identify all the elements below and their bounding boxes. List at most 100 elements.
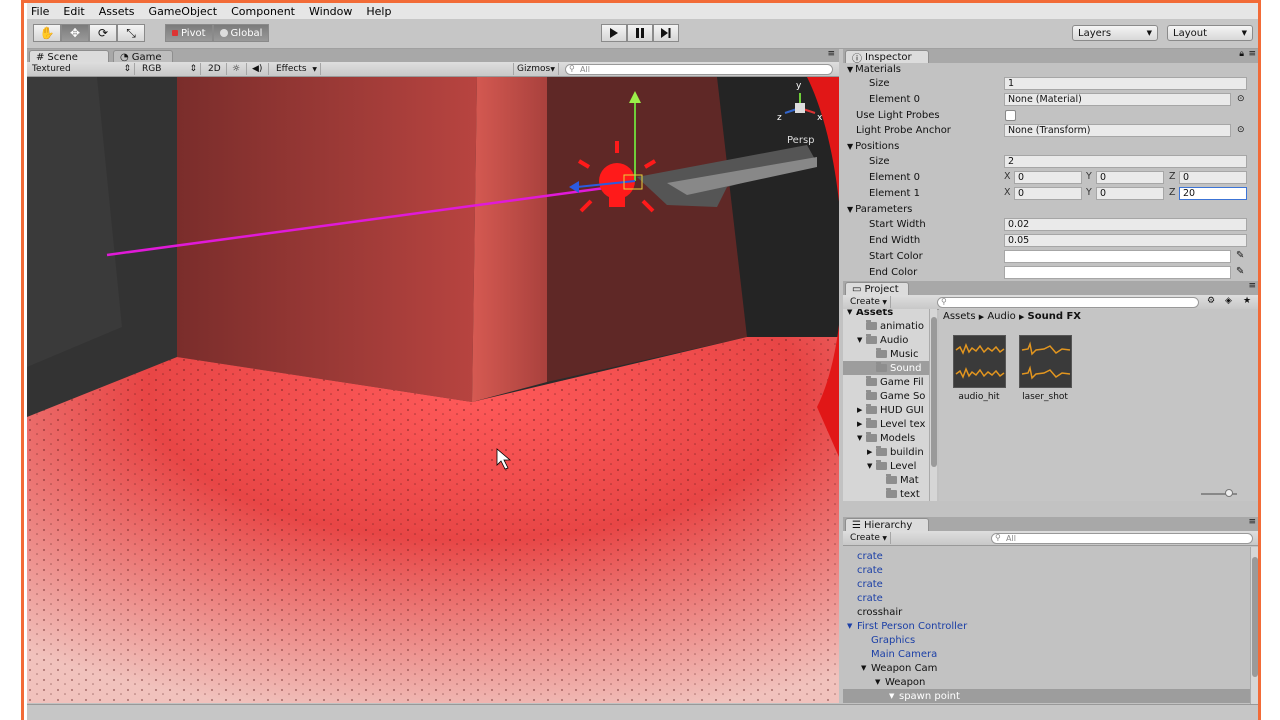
project-tree-item[interactable]: ▶ Level tex [843, 417, 929, 431]
foldout-arrow-icon[interactable]: ▼ [861, 664, 871, 672]
project-tree-item[interactable]: ▼ Level [843, 459, 929, 473]
pause-button[interactable] [627, 24, 653, 42]
object-picker-icon[interactable]: ⊙ [1237, 94, 1245, 104]
use-light-probes-checkbox[interactable] [1005, 110, 1016, 121]
hierarchy-create-button[interactable]: Create ▼ [847, 532, 891, 544]
project-tree-item[interactable]: Sound [843, 361, 929, 375]
breadcrumb-sound-fx[interactable]: Sound FX [1028, 311, 1082, 322]
project-tree-item[interactable]: ▼ Models [843, 431, 929, 445]
favorite-star-icon[interactable]: ★ [1243, 296, 1251, 306]
foldout-arrow-icon[interactable]: ▶ [857, 406, 866, 414]
tab-project[interactable]: ▭ Project [845, 282, 909, 295]
element1-z-field[interactable]: 20 [1179, 187, 1247, 200]
hierarchy-item[interactable]: crate [843, 577, 1250, 591]
project-tree-item[interactable]: Game So [843, 389, 929, 403]
menu-component[interactable]: Component [231, 5, 295, 18]
project-tree-item[interactable]: animatio [843, 319, 929, 333]
play-button[interactable] [601, 24, 627, 42]
tab-hierarchy[interactable]: ☰ Hierarchy [845, 518, 929, 531]
project-tree-item[interactable]: ▶ HUD GUI [843, 403, 929, 417]
materials-header[interactable]: ▼ Materials [843, 63, 1248, 78]
project-tree-item[interactable]: Mat [843, 473, 929, 487]
panel-menu-icon[interactable]: ≡ [827, 49, 835, 59]
project-create-button[interactable]: Create ▼ [847, 296, 891, 308]
filter-label-icon[interactable]: ◈ [1225, 296, 1232, 306]
render-mode-dropdown[interactable]: RGB ⇕ [139, 63, 201, 75]
hand-tool-button[interactable]: ✋ [33, 24, 61, 42]
start-width-field[interactable]: 0.02 [1004, 218, 1247, 231]
materials-size-field[interactable]: 1 [1004, 77, 1247, 90]
light-probe-anchor-field[interactable]: None (Transform) [1004, 124, 1231, 137]
project-tree-item[interactable]: ▼ Assets [843, 309, 929, 319]
breadcrumb-assets[interactable]: Assets [943, 311, 976, 322]
hierarchy-search-input[interactable]: ⚲ All [991, 533, 1253, 544]
lighting-toggle[interactable]: ☼ [229, 63, 247, 75]
hierarchy-item[interactable]: ▼ Weapon Cam [843, 661, 1250, 675]
hierarchy-scroll-thumb[interactable] [1252, 557, 1258, 677]
hierarchy-item[interactable]: crosshair [843, 605, 1250, 619]
audio-toggle[interactable]: ◀) [249, 63, 269, 75]
end-color-swatch[interactable] [1004, 266, 1231, 279]
foldout-arrow-icon[interactable]: ▶ [867, 448, 876, 456]
lock-icon[interactable]: 🔒︎ [1239, 49, 1244, 59]
filter-type-icon[interactable]: ⚙ [1207, 296, 1215, 306]
2d-toggle[interactable]: 2D [205, 63, 227, 75]
foldout-arrow-icon[interactable]: ▼ [889, 692, 899, 700]
hierarchy-scrollbar[interactable] [1250, 547, 1258, 705]
asset-audio-hit[interactable]: audio_hit [951, 335, 1007, 402]
step-button[interactable] [653, 24, 679, 42]
start-color-swatch[interactable] [1004, 250, 1231, 263]
foldout-arrow-icon[interactable]: ▶ [857, 420, 866, 428]
positions-header[interactable]: ▼ Positions [843, 140, 1248, 155]
element1-x-field[interactable]: 0 [1014, 187, 1082, 200]
panel-menu-icon[interactable]: ≡ [1248, 281, 1256, 291]
positions-size-field[interactable]: 2 [1004, 155, 1247, 168]
move-tool-button[interactable]: ✥ [61, 24, 89, 42]
breadcrumb-audio[interactable]: Audio [987, 311, 1015, 322]
hierarchy-item[interactable]: Main Camera [843, 647, 1250, 661]
element0-x-field[interactable]: 0 [1014, 171, 1082, 184]
hierarchy-item[interactable]: crate [843, 563, 1250, 577]
menu-help[interactable]: Help [366, 5, 391, 18]
project-tree-item[interactable]: ▶ buildin [843, 445, 929, 459]
slider-handle[interactable] [1225, 489, 1233, 497]
rotate-tool-button[interactable]: ⟳ [89, 24, 117, 42]
element0-y-field[interactable]: 0 [1096, 171, 1164, 184]
menu-edit[interactable]: Edit [63, 5, 84, 18]
element0-z-field[interactable]: 0 [1179, 171, 1247, 184]
shading-mode-dropdown[interactable]: Textured ⇕ [29, 63, 135, 75]
object-picker-icon[interactable]: ⊙ [1237, 125, 1245, 135]
eyedropper-icon[interactable]: ✎ [1236, 266, 1244, 277]
project-tree-item[interactable]: Game Fil [843, 375, 929, 389]
gizmos-dropdown[interactable]: Gizmos ▼ [513, 63, 559, 75]
hierarchy-item[interactable]: ▼ Weapon [843, 675, 1250, 689]
asset-laser-shot[interactable]: laser_shot [1017, 335, 1073, 402]
foldout-arrow-icon[interactable]: ▼ [847, 622, 857, 630]
foldout-arrow-icon[interactable]: ▼ [875, 678, 885, 686]
panel-menu-icon[interactable]: ≡ [1248, 49, 1256, 59]
menu-window[interactable]: Window [309, 5, 352, 18]
hierarchy-item[interactable]: ▼ spawn point [843, 689, 1250, 703]
hierarchy-item[interactable]: crate [843, 549, 1250, 563]
parameters-header[interactable]: ▼ Parameters [843, 203, 1248, 218]
tab-inspector[interactable]: ⓘ Inspector [845, 50, 929, 65]
project-search-input[interactable]: ⚲ [937, 297, 1199, 308]
foldout-arrow-icon[interactable]: ▼ [857, 434, 866, 442]
project-tree-scroll-thumb[interactable] [931, 317, 937, 467]
foldout-arrow-icon[interactable]: ▼ [847, 309, 856, 316]
project-tree-item[interactable]: text [843, 487, 929, 501]
layers-dropdown[interactable]: Layers ▼ [1072, 25, 1158, 41]
scale-tool-button[interactable]: ⤡ [117, 24, 145, 42]
foldout-arrow-icon[interactable]: ▼ [867, 462, 876, 470]
project-tree-item[interactable]: ▼ Audio [843, 333, 929, 347]
pivot-toggle[interactable]: Pivot [165, 24, 213, 42]
effects-dropdown[interactable]: Effects ▼ [273, 63, 321, 75]
project-tree-scrollbar[interactable] [929, 309, 937, 501]
scene-search-input[interactable]: ⚲ All [565, 64, 833, 75]
hierarchy-item[interactable]: ▼ First Person Controller [843, 619, 1250, 633]
hierarchy-item[interactable]: Graphics [843, 633, 1250, 647]
end-width-field[interactable]: 0.05 [1004, 234, 1247, 247]
panel-menu-icon[interactable]: ≡ [1248, 517, 1256, 527]
global-toggle[interactable]: Global [212, 24, 270, 42]
layout-dropdown[interactable]: Layout ▼ [1167, 25, 1253, 41]
